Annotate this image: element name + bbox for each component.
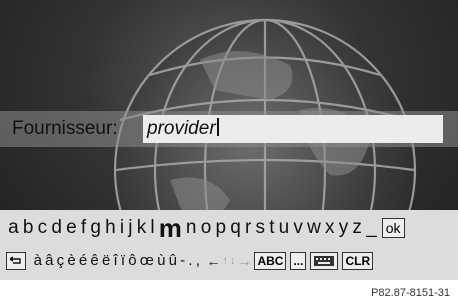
provider-input[interactable]: provider	[143, 115, 443, 143]
key-letter[interactable]: d	[49, 214, 64, 242]
special-row: à â ç è é ê ë î ï ô œ ù û -., ← ↑ ↓ → ABC... CLR	[4, 247, 375, 275]
abc-button[interactable]: ABC	[254, 252, 287, 270]
key-letter[interactable]: _	[364, 214, 379, 242]
back-icon[interactable]	[6, 252, 26, 270]
key-special[interactable]: â	[44, 248, 56, 274]
arrow-up-icon[interactable]: ↑	[221, 255, 229, 267]
text-cursor	[216, 118, 219, 136]
clear-button[interactable]: CLR	[342, 252, 374, 270]
key-letter[interactable]: s	[253, 214, 267, 242]
image-reference: P82.87-8151-31	[371, 287, 450, 299]
letter-row: a b c d e f g h i j k l m n o p q r s t u v w x y z _ ok	[6, 213, 405, 243]
key-letter[interactable]: c	[36, 214, 50, 242]
arrow-right-icon[interactable]: →	[236, 253, 252, 269]
key-letter[interactable]: f	[79, 214, 88, 242]
character-bar: a b c d e f g h i j k l m n o p q r s t u v w x y z _ ok àâçèéêëîïô…	[0, 210, 458, 280]
key-letter[interactable]: e	[64, 214, 79, 242]
key-letter[interactable]: w	[305, 214, 323, 242]
key-letter[interactable]: h	[103, 214, 118, 242]
key-special[interactable]: ,	[194, 248, 201, 274]
key-letter[interactable]: q	[228, 214, 243, 242]
key-special[interactable]: œ	[138, 248, 155, 274]
key-special[interactable]: à	[32, 248, 44, 274]
key-special[interactable]: î	[112, 248, 119, 274]
key-special[interactable]: ë	[100, 248, 112, 274]
key-special[interactable]: ç	[55, 248, 66, 274]
more-chars-button[interactable]: ...	[290, 252, 307, 270]
input-value: provider	[147, 118, 219, 140]
key-letter[interactable]: j	[126, 214, 134, 242]
key-letter[interactable]: r	[243, 214, 254, 242]
key-letter[interactable]: n	[184, 214, 199, 242]
key-special[interactable]: è	[66, 248, 78, 274]
key-letter[interactable]: z	[350, 214, 364, 242]
key-special[interactable]: é	[77, 248, 89, 274]
key-special[interactable]: ô	[127, 248, 139, 274]
key-letter[interactable]: i	[118, 214, 126, 242]
key-letter[interactable]: x	[323, 214, 337, 242]
key-letter[interactable]: o	[199, 214, 214, 242]
key-letter[interactable]: k	[135, 214, 149, 242]
key-selected[interactable]: m	[157, 214, 184, 242]
display-screen: Fournisseur: provider abcdefghijklmnopqr…	[0, 0, 458, 280]
key-special[interactable]: ù	[155, 248, 167, 274]
key-letter[interactable]: v	[291, 214, 305, 242]
key-letter[interactable]: u	[277, 214, 292, 242]
key-special[interactable]: -	[179, 248, 187, 274]
key-letter[interactable]: y	[337, 214, 351, 242]
key-letter[interactable]: g	[88, 214, 103, 242]
key-letter[interactable]: b	[21, 214, 36, 242]
key-letter[interactable]: p	[213, 214, 228, 242]
arrow-left-icon[interactable]: ←	[205, 253, 221, 269]
key-special[interactable]: û	[167, 248, 179, 274]
input-label: Fournisseur:	[12, 118, 118, 139]
key-special[interactable]: .	[187, 248, 194, 274]
input-text: provider	[147, 118, 216, 139]
input-bar: Fournisseur: provider	[0, 111, 458, 147]
key-letter[interactable]: a	[6, 214, 21, 242]
key-special[interactable]: ê	[89, 248, 101, 274]
key-special[interactable]: ï	[119, 248, 126, 274]
key-letter[interactable]: t	[267, 214, 276, 242]
arrow-down-icon[interactable]: ↓	[229, 255, 237, 267]
key-letter[interactable]: l	[148, 214, 156, 242]
keyboard-icon[interactable]	[310, 252, 339, 270]
ok-button[interactable]: ok	[381, 218, 405, 238]
